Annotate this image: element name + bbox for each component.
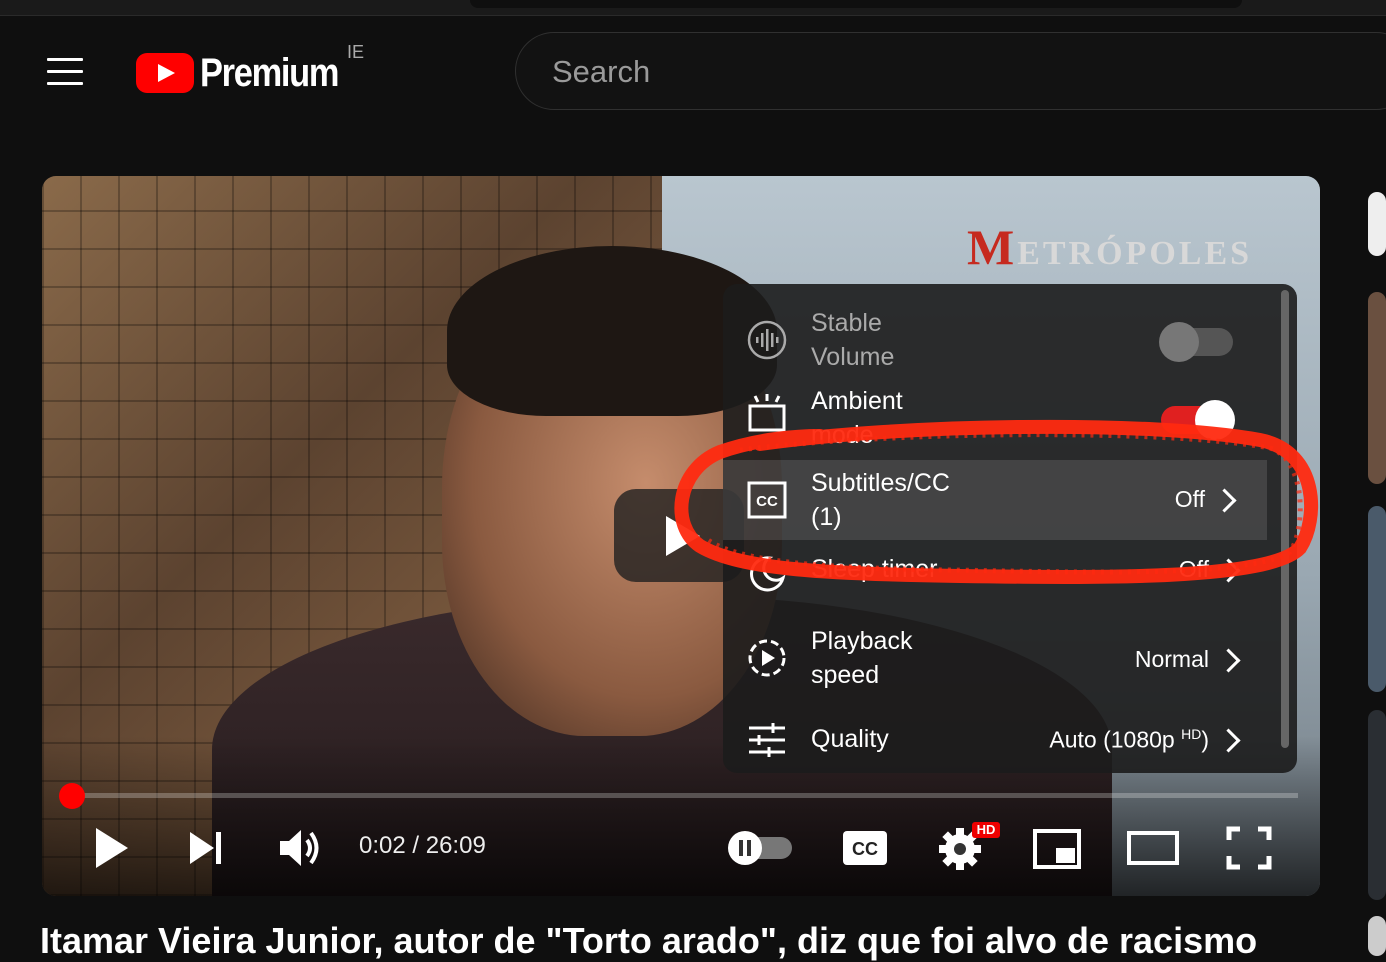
side-card[interactable]	[1368, 292, 1386, 484]
chevron-right-icon	[1216, 728, 1240, 752]
settings-menu: StableVolume Ambientmode CC Subtitles/CC…	[723, 284, 1297, 773]
country-code: IE	[347, 42, 364, 63]
stable-volume-toggle[interactable]	[1161, 328, 1233, 356]
search-box[interactable]	[515, 32, 1386, 110]
time-separator: /	[406, 832, 426, 859]
menu-item-quality[interactable]: Quality Auto (1080p HD)	[723, 712, 1271, 768]
menu-item-subtitles[interactable]: CC Subtitles/CC(1) Off	[723, 460, 1267, 540]
logo-wordmark: Premium	[200, 48, 338, 98]
svg-text:CC: CC	[756, 493, 778, 510]
subtitles-value: Off	[1175, 486, 1205, 513]
scrubber-handle[interactable]	[59, 783, 85, 809]
chevron-right-icon	[1216, 558, 1240, 582]
playback-speed-value: Normal	[1135, 646, 1209, 673]
next-icon[interactable]	[186, 828, 226, 868]
browser-tab-area	[470, 0, 1242, 8]
subtitles-label: Subtitles/CC(1)	[811, 466, 950, 534]
stable-volume-label: StableVolume	[811, 306, 894, 374]
subtitles-icon: CC	[747, 480, 787, 520]
quality-value: Auto (1080p HD)	[1049, 726, 1209, 754]
progress-bar[interactable]	[60, 793, 1298, 798]
sleep-timer-value: Off	[1179, 556, 1209, 583]
playback-speed-label: Playbackspeed	[811, 624, 912, 692]
video-player[interactable]: METRÓPOLES 0:02 / 26:09 CC HD	[42, 176, 1320, 896]
quality-label: Quality	[811, 722, 889, 756]
search-input[interactable]	[550, 51, 1154, 93]
duration: 26:09	[426, 832, 486, 859]
menu-item-ambient-mode[interactable]: Ambientmode	[723, 384, 1271, 444]
autoplay-toggle[interactable]	[726, 831, 794, 865]
quality-sliders-icon	[747, 720, 787, 760]
hd-badge: HD	[974, 822, 998, 838]
channel-watermark: METRÓPOLES	[967, 218, 1252, 276]
sleep-timer-label: Sleep timer	[811, 552, 937, 586]
menu-item-sleep-timer[interactable]: Sleep timer Off	[723, 550, 1271, 596]
youtube-premium-logo[interactable]: Premium IE	[136, 48, 376, 98]
side-card[interactable]	[1368, 506, 1386, 692]
play-icon[interactable]	[92, 826, 132, 870]
theater-mode-icon[interactable]	[1126, 830, 1180, 868]
waveform-icon	[747, 320, 787, 360]
current-time: 0:02	[359, 832, 406, 859]
fullscreen-icon[interactable]	[1226, 826, 1272, 870]
playback-speed-icon	[747, 638, 787, 678]
miniplayer-icon[interactable]	[1032, 828, 1082, 870]
chevron-right-icon	[1216, 648, 1240, 672]
sleep-timer-moon-icon	[747, 554, 787, 594]
volume-icon[interactable]	[278, 826, 324, 870]
ambient-mode-toggle[interactable]	[1161, 406, 1233, 434]
side-card[interactable]	[1368, 192, 1386, 256]
menu-scrollbar[interactable]	[1281, 290, 1289, 748]
hamburger-menu-button[interactable]	[40, 52, 90, 92]
menu-line	[47, 58, 83, 61]
youtube-play-logo-icon	[136, 53, 194, 93]
menu-line	[47, 70, 83, 73]
menu-line	[47, 82, 83, 85]
svg-text:CC: CC	[852, 839, 878, 859]
side-card[interactable]	[1368, 916, 1386, 956]
ambient-mode-label: Ambientmode	[811, 384, 903, 452]
time-display: 0:02 / 26:09	[359, 832, 486, 860]
menu-item-stable-volume[interactable]: StableVolume	[723, 302, 1271, 378]
chevron-right-icon	[1212, 488, 1236, 512]
ambient-tv-icon	[747, 392, 787, 432]
browser-top-strip	[0, 0, 1386, 16]
side-card[interactable]	[1368, 710, 1386, 900]
menu-item-playback-speed[interactable]: Playbackspeed Normal	[723, 618, 1271, 698]
subtitles-cc-icon[interactable]: CC	[842, 830, 888, 866]
